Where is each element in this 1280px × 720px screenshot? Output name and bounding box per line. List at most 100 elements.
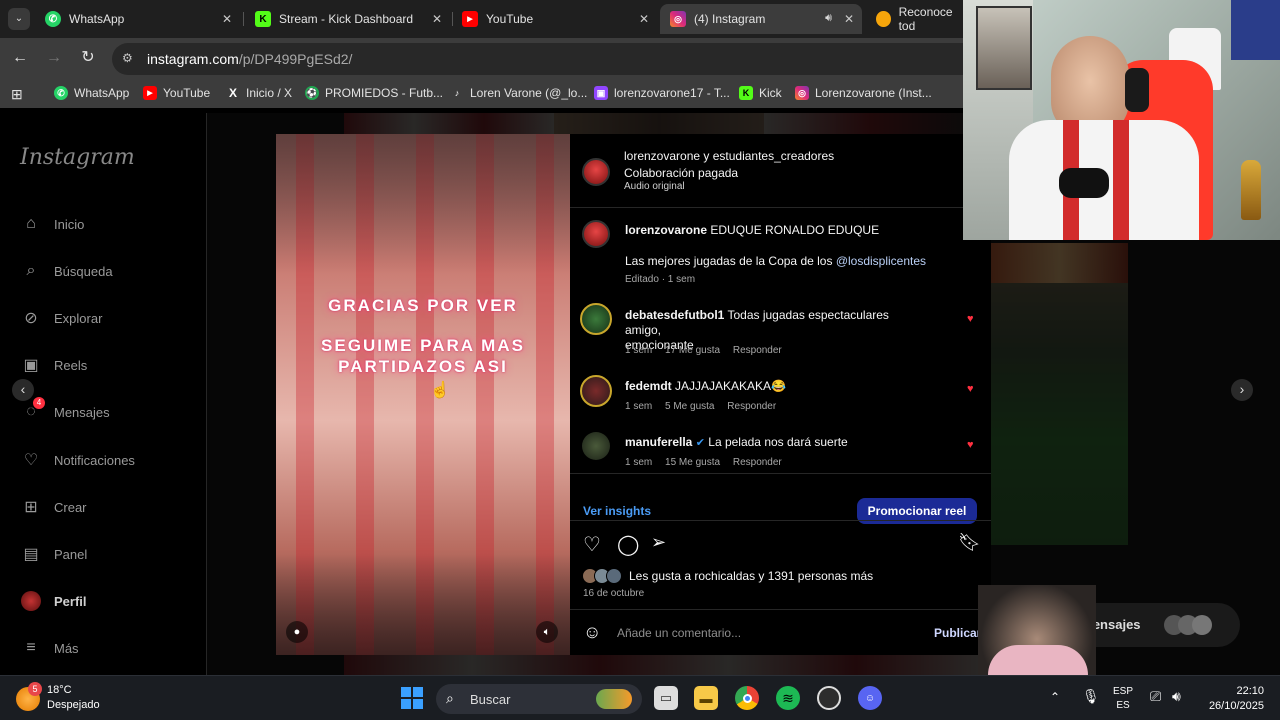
like-heart-icon[interactable]: ♡ [583, 532, 601, 557]
comment-likes[interactable]: 17 Me gusta [665, 345, 720, 356]
nav-mensajes[interactable]: ◌ 4 Mensajes [20, 397, 110, 423]
caption-line: Las mejores jugadas de la Copa de los @l… [625, 254, 927, 268]
network-icon[interactable]: ⎚ [1150, 688, 1161, 705]
save-bookmark-icon[interactable]: 🔖︎ [958, 532, 981, 553]
next-post-button[interactable]: › [1231, 379, 1253, 401]
paid-partnership-label: Colaboración pagada [624, 166, 739, 180]
tab-whatsapp[interactable]: ✆ WhatsApp ✕ [35, 4, 240, 34]
post-author-avatar[interactable] [582, 158, 610, 186]
reply-button[interactable]: Responder [727, 401, 776, 412]
audio-label[interactable]: Audio original [624, 181, 685, 192]
tab-title: (4) Instagram [694, 12, 766, 26]
apps-icon[interactable]: ⊞ [11, 86, 23, 103]
windows-start-icon[interactable] [400, 686, 424, 710]
obs-icon[interactable] [817, 686, 841, 710]
cursor-icon: ☝ [430, 382, 450, 399]
language-indicator[interactable]: ESP ES [1113, 685, 1133, 713]
close-icon[interactable]: ✕ [432, 12, 442, 26]
bookmark-kick[interactable]: K Kick [739, 86, 782, 100]
address-bar[interactable]: ⚙ instagram.com/p/DP499PgESd2/ [112, 43, 1012, 75]
instagram-logo[interactable]: Instagram [20, 145, 135, 170]
bookmark-tiktok[interactable]: ♪ Loren Varone (@_lo... [450, 86, 588, 100]
nav-explorar[interactable]: ⊘ Explorar [20, 307, 102, 329]
mention-link[interactable]: @losdisplicentes [836, 254, 926, 268]
chrome-icon[interactable] [735, 686, 759, 710]
liker-avatars[interactable] [582, 568, 626, 584]
comment-input[interactable]: Añade un comentario... [617, 626, 897, 640]
weather-widget[interactable]: 5 18°C Despejado [16, 682, 116, 716]
reel-video[interactable]: GRACIAS POR VER SEGUIME PARA MAS PARTIDA… [276, 134, 570, 655]
nav-inicio[interactable]: ⌂ Inicio [20, 213, 84, 235]
nav-perfil[interactable]: Perfil [20, 590, 87, 612]
close-icon[interactable]: ✕ [844, 12, 854, 26]
commenter-avatar[interactable] [582, 432, 610, 460]
caption-author-avatar[interactable] [582, 220, 610, 248]
speaker-icon[interactable]: 🔊︎ [825, 12, 832, 25]
nav-crear[interactable]: ⊞ Crear [20, 496, 86, 518]
nav-reels[interactable]: ▣ Reels [20, 354, 87, 376]
nav-panel[interactable]: ▤ Panel [20, 543, 87, 565]
task-view-icon[interactable]: ▭ [654, 686, 678, 710]
tab-youtube[interactable]: ▶ YouTube ✕ [452, 4, 657, 34]
previous-post-button[interactable]: ‹ [12, 379, 34, 401]
audio-toggle-icon[interactable]: 🔈︎ [536, 621, 558, 643]
commenter-avatar[interactable] [580, 303, 612, 335]
spotify-icon[interactable]: ≋ [776, 686, 800, 710]
nav-notificaciones[interactable]: ♡ Notificaciones [20, 449, 135, 471]
heart-icon[interactable]: ♥ [967, 383, 974, 395]
share-icon[interactable]: ➢ [651, 532, 666, 553]
heart-icon[interactable]: ♥ [967, 313, 974, 325]
commenter-avatar[interactable] [580, 375, 612, 407]
comment-icon[interactable]: ◯ [617, 532, 639, 557]
whatsapp-icon: ✆ [45, 11, 61, 27]
close-icon[interactable]: ✕ [639, 12, 649, 26]
comment-likes[interactable]: 15 Me gusta [665, 457, 720, 468]
publish-button[interactable]: Publicar [934, 626, 981, 640]
tab-reconoce[interactable]: Reconoce tod [866, 4, 966, 34]
url-text: instagram.com/p/DP499PgESd2/ [147, 51, 353, 67]
search-icon: ⌕ [26, 262, 36, 279]
weather-badge: 5 [28, 682, 42, 696]
comment-meta: 1 sem 15 Me gusta Responder [625, 457, 782, 468]
bookmark-youtube[interactable]: ▶ YouTube [143, 86, 210, 100]
show-hidden-icons[interactable]: ⌃ [1050, 690, 1060, 704]
post-author-names[interactable]: lorenzovarone y estudiantes_creadores [624, 149, 834, 163]
tab-search-button[interactable]: ⌄ [8, 8, 30, 30]
chart-icon: ▤ [23, 546, 39, 563]
profile-avatar [20, 590, 42, 612]
bookmark-whatsapp[interactable]: ✆ WhatsApp [54, 86, 129, 100]
search-highlight-icon [596, 689, 632, 709]
tiktok-icon: ♪ [454, 88, 460, 98]
microphone-icon[interactable]: 🎙︎ [1082, 688, 1100, 705]
back-icon[interactable]: ← [10, 48, 30, 68]
bulb-icon [876, 11, 891, 27]
view-insights-link[interactable]: Ver insights [583, 504, 651, 518]
bookmark-x[interactable]: X Inicio / X [226, 86, 292, 100]
reply-button[interactable]: Responder [733, 457, 782, 468]
reload-icon[interactable]: ↻ [78, 48, 98, 68]
clock[interactable]: 22:10 26/10/2025 [1200, 684, 1264, 714]
file-explorer-icon[interactable]: ▬ [694, 686, 718, 710]
taskbar-search[interactable]: ⌕ Buscar [436, 684, 642, 714]
forward-icon[interactable]: → [44, 48, 64, 68]
close-icon[interactable]: ✕ [222, 12, 232, 26]
tab-kick-dashboard[interactable]: K Stream - Kick Dashboard ✕ [245, 4, 450, 34]
plus-square-icon: ⊞ [24, 499, 38, 516]
heart-icon[interactable]: ♥ [967, 439, 974, 451]
nav-mas[interactable]: ≡ Más [20, 637, 78, 659]
tab-instagram[interactable]: ◎ (4) Instagram 🔊︎ ✕ [660, 4, 862, 34]
nav-busqueda[interactable]: ⌕ Búsqueda [20, 260, 113, 282]
volume-icon[interactable]: 🔊︎ [1172, 688, 1181, 705]
promiedos-icon: ⚽ [305, 86, 319, 100]
bookmark-promiedos[interactable]: ⚽ PROMIEDOS - Futb... [305, 86, 443, 100]
reply-button[interactable]: Responder [733, 345, 782, 356]
bookmark-twitch[interactable]: ▣ lorenzovarone17 - T... [594, 86, 730, 100]
messenger-icon: ◌ 4 [20, 397, 45, 423]
comment-likes[interactable]: 5 Me gusta [665, 401, 714, 412]
bookmark-instagram[interactable]: ◎ Lorenzovarone (Inst... [795, 86, 932, 100]
site-settings-icon[interactable]: ⚙ [122, 51, 133, 65]
emoji-icon[interactable]: ☺ [583, 622, 601, 643]
discord-icon[interactable]: ☺ [858, 686, 882, 710]
tagged-user-icon[interactable]: ● [286, 621, 308, 643]
likes-summary[interactable]: Les gusta a rochicaldas y 1391 personas … [629, 569, 873, 583]
